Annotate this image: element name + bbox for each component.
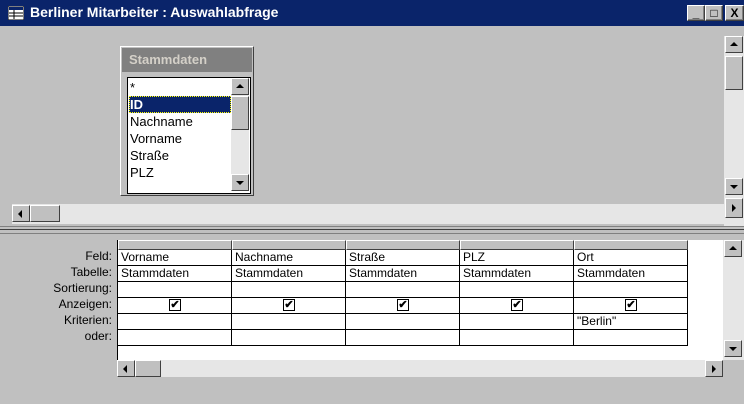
- scroll-thumb[interactable]: [135, 360, 161, 377]
- table-area-horizontal-scrollbar[interactable]: [12, 204, 724, 224]
- grid-cell-feld[interactable]: Vorname: [118, 250, 232, 266]
- grid-cell-kriterien[interactable]: [460, 314, 574, 330]
- grid-row-label: Anzeigen:: [58, 297, 112, 311]
- arrow-left-icon: [18, 210, 22, 218]
- grid-cell-sortierung[interactable]: [118, 282, 232, 298]
- field-list-items[interactable]: * ID Nachname Vorname Straße PLZ: [127, 77, 251, 194]
- grid-cell-kriterien[interactable]: [346, 314, 460, 330]
- scroll-thumb[interactable]: [725, 56, 743, 90]
- field-list-title[interactable]: Stammdaten: [122, 48, 252, 72]
- minimize-button[interactable]: _: [687, 5, 705, 21]
- grid-row-labels: Feld: Tabelle: Sortierung: Anzeigen: Kriteri…: [0, 248, 112, 378]
- scroll-up-button[interactable]: [231, 78, 249, 95]
- table-area[interactable]: [10, 26, 724, 226]
- grid-cell-tabelle[interactable]: Stammdaten: [460, 266, 574, 282]
- minimize-icon: _: [692, 6, 700, 20]
- close-button[interactable]: X: [725, 5, 744, 21]
- arrow-up-icon: [730, 42, 738, 46]
- scroll-thumb[interactable]: [231, 96, 249, 130]
- scroll-right-button[interactable]: [705, 360, 723, 377]
- pane-splitter[interactable]: [0, 226, 744, 234]
- field-list-stammdaten[interactable]: Stammdaten * ID Nachname Vorname Straße PLZ: [120, 46, 254, 196]
- query-design-grid[interactable]: Vorname Stammdaten ✔ Nachname Stammdaten ✔ Str…: [117, 240, 723, 360]
- field-list-scrollbar[interactable]: [231, 78, 249, 191]
- grid-cell-oder[interactable]: [118, 330, 232, 346]
- table-area-vertical-scrollbar[interactable]: [724, 36, 744, 226]
- grid-row-label: Sortierung:: [53, 281, 112, 295]
- maximize-icon: □: [710, 6, 718, 20]
- scroll-up-button[interactable]: [725, 36, 743, 53]
- grid-cell-oder[interactable]: [574, 330, 688, 346]
- field-list-item[interactable]: Vorname: [130, 130, 182, 147]
- scroll-down-button[interactable]: [724, 340, 742, 357]
- window-bottom-frame: [0, 378, 744, 404]
- arrow-down-icon: [730, 185, 738, 189]
- query-window-icon: [8, 6, 24, 20]
- title-bar[interactable]: Berliner Mitarbeiter : Auswahlabfrage _ …: [0, 0, 744, 26]
- grid-cell-anzeigen[interactable]: ✔: [460, 298, 574, 314]
- scroll-down-button[interactable]: [725, 178, 743, 195]
- grid-cell-oder[interactable]: [346, 330, 460, 346]
- scroll-left-button[interactable]: [117, 360, 135, 377]
- grid-cell-kriterien[interactable]: [118, 314, 232, 330]
- grid-cell-tabelle[interactable]: Stammdaten: [574, 266, 688, 282]
- maximize-button[interactable]: □: [705, 5, 723, 21]
- grid-row-label: oder:: [84, 329, 112, 343]
- scroll-up-button[interactable]: [724, 240, 742, 257]
- grid-cell-anzeigen[interactable]: ✔: [346, 298, 460, 314]
- grid-cell-tabelle[interactable]: Stammdaten: [232, 266, 346, 282]
- grid-row-label: Feld:: [85, 249, 112, 263]
- arrow-left-icon: [123, 365, 127, 373]
- close-icon: X: [730, 6, 739, 20]
- field-list-item[interactable]: ID: [129, 96, 231, 113]
- window-title: Berliner Mitarbeiter : Auswahlabfrage: [30, 4, 279, 20]
- column-selector[interactable]: [232, 240, 346, 250]
- grid-cell-sortierung[interactable]: [346, 282, 460, 298]
- grid-cell-kriterien[interactable]: "Berlin": [574, 314, 688, 330]
- grid-cell-sortierung[interactable]: [232, 282, 346, 298]
- grid-cell-feld[interactable]: Ort: [574, 250, 688, 266]
- grid-cell-oder[interactable]: [232, 330, 346, 346]
- field-list-item[interactable]: *: [130, 79, 135, 96]
- grid-row-label: Kriterien:: [63, 313, 112, 327]
- arrow-down-icon: [236, 181, 244, 185]
- scroll-left-button[interactable]: [12, 205, 30, 222]
- grid-cell-tabelle[interactable]: Stammdaten: [118, 266, 232, 282]
- column-selector[interactable]: [460, 240, 574, 250]
- arrow-right-icon: [732, 204, 736, 212]
- column-selector[interactable]: [346, 240, 460, 250]
- show-checkbox[interactable]: ✔: [169, 299, 181, 311]
- scroll-right-button[interactable]: [725, 198, 743, 218]
- grid-cell-feld[interactable]: Straße: [346, 250, 460, 266]
- scroll-down-button[interactable]: [231, 174, 249, 191]
- grid-cell-sortierung[interactable]: [574, 282, 688, 298]
- grid-cell-sortierung[interactable]: [460, 282, 574, 298]
- show-checkbox[interactable]: ✔: [511, 299, 523, 311]
- field-list-item[interactable]: Straße: [130, 147, 169, 164]
- show-checkbox[interactable]: ✔: [625, 299, 637, 311]
- arrow-up-icon: [236, 84, 244, 88]
- field-list-item[interactable]: PLZ: [130, 164, 154, 181]
- grid-cell-tabelle[interactable]: Stammdaten: [346, 266, 460, 282]
- arrow-up-icon: [729, 246, 737, 250]
- grid-horizontal-scrollbar[interactable]: [117, 360, 723, 377]
- column-selector[interactable]: [118, 240, 232, 250]
- grid-cell-anzeigen[interactable]: ✔: [574, 298, 688, 314]
- grid-vertical-scrollbar[interactable]: [723, 240, 744, 360]
- field-list-item[interactable]: Nachname: [130, 113, 193, 130]
- grid-cell-kriterien[interactable]: [232, 314, 346, 330]
- grid-cell-feld[interactable]: PLZ: [460, 250, 574, 266]
- grid-row-label: Tabelle:: [70, 265, 112, 279]
- show-checkbox[interactable]: ✔: [283, 299, 295, 311]
- column-selector[interactable]: [574, 240, 688, 250]
- grid-cell-oder[interactable]: [460, 330, 574, 346]
- show-checkbox[interactable]: ✔: [397, 299, 409, 311]
- grid-cell-feld[interactable]: Nachname: [232, 250, 346, 266]
- arrow-right-icon: [712, 365, 716, 373]
- grid-cell-anzeigen[interactable]: ✔: [118, 298, 232, 314]
- arrow-down-icon: [729, 347, 737, 351]
- scroll-thumb[interactable]: [30, 205, 60, 222]
- grid-cell-anzeigen[interactable]: ✔: [232, 298, 346, 314]
